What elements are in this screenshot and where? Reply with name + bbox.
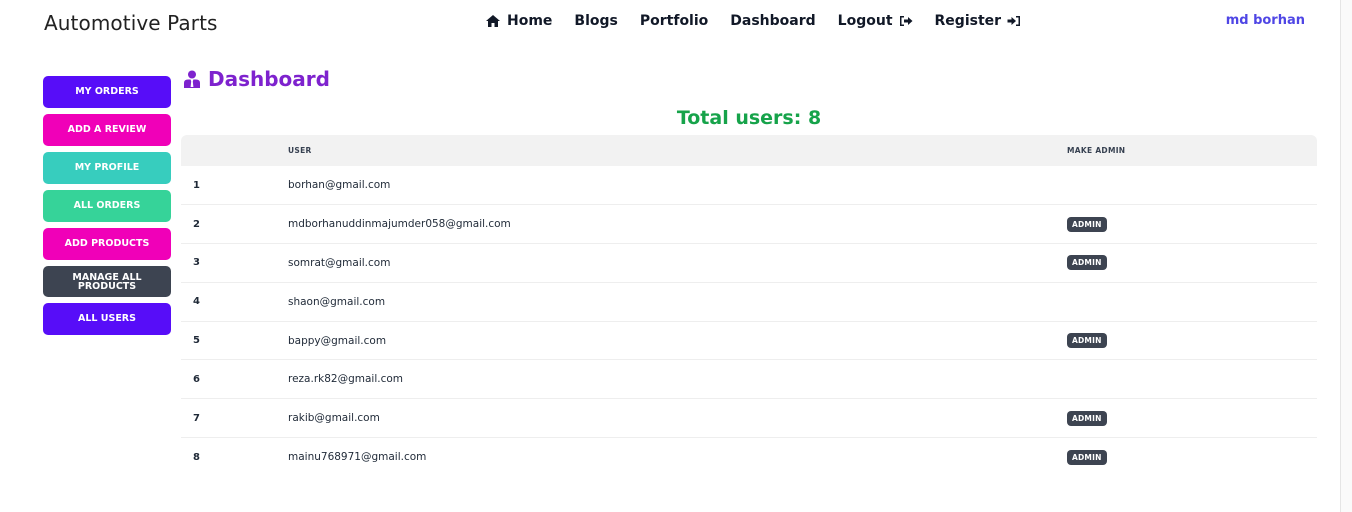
table-row: 1 borhan@gmail.com <box>181 166 1317 206</box>
row-make-admin: Admin <box>1067 321 1317 361</box>
sidebar-manage-products[interactable]: Manage All Products <box>43 266 171 297</box>
nav-logout[interactable]: Logout <box>838 13 913 29</box>
user-icon <box>184 70 200 88</box>
row-make-admin: Admin <box>1067 438 1317 477</box>
col-user: User <box>288 146 312 155</box>
user-name[interactable]: md borhan <box>1226 13 1305 28</box>
row-email: reza.rk82@gmail.com <box>288 359 1067 400</box>
nav-links: Home Blogs Portfolio Dashboard Logout Re… <box>486 13 1043 29</box>
nav-home[interactable]: Home <box>486 13 552 29</box>
make-admin-button[interactable]: Admin <box>1067 410 1107 426</box>
sidebar-my-profile[interactable]: My Profile <box>43 152 171 184</box>
make-admin-button[interactable]: Admin <box>1067 216 1107 232</box>
row-make-admin: Admin <box>1067 243 1317 283</box>
row-index: 7 <box>181 398 288 439</box>
main-content: Dashboard Total users: 8 User Make Admin… <box>181 64 1317 476</box>
table-row: 3 somrat@gmail.com Admin <box>181 243 1317 283</box>
sidebar-my-orders[interactable]: My Orders <box>43 76 171 108</box>
row-email: rakib@gmail.com <box>288 398 1067 439</box>
make-admin-button[interactable]: Admin <box>1067 255 1107 271</box>
table-header-row: User Make Admin <box>181 135 1317 166</box>
table-row: 4 shaon@gmail.com <box>181 282 1317 322</box>
table-row: 2 mdborhanuddinmajumder058@gmail.com Admin <box>181 204 1317 245</box>
row-index: 5 <box>181 321 288 361</box>
nav-register-label: Register <box>934 13 1002 29</box>
total-users: Total users: 8 <box>676 107 822 129</box>
sidebar-all-users[interactable]: All Users <box>43 303 171 335</box>
navbar: Automotive Parts Home Blogs Portfolio Da… <box>0 0 1340 44</box>
row-email: mdborhanuddinmajumder058@gmail.com <box>288 204 1067 245</box>
row-make-admin: Admin <box>1067 204 1317 245</box>
nav-logout-label: Logout <box>837 13 893 29</box>
row-index: 1 <box>181 166 288 206</box>
users-table: User Make Admin 1 borhan@gmail.com 2 mdborh… <box>181 135 1317 476</box>
col-make-admin: Make Admin <box>1067 146 1126 155</box>
table-row: 5 bappy@gmail.com Admin <box>181 321 1317 361</box>
row-index: 2 <box>181 204 288 245</box>
table-row: 7 rakib@gmail.com Admin <box>181 398 1317 439</box>
row-index: 4 <box>181 282 288 322</box>
nav-dashboard[interactable]: Dashboard <box>730 13 815 29</box>
table-row: 6 reza.rk82@gmail.com <box>181 359 1317 400</box>
sidebar-add-review[interactable]: Add a Review <box>43 114 171 146</box>
row-email: mainu768971@gmail.com <box>288 451 427 464</box>
nav-register[interactable]: Register <box>935 13 1022 29</box>
nav-blogs[interactable]: Blogs <box>574 13 617 29</box>
scrollbar[interactable] <box>1340 0 1352 512</box>
row-email: shaon@gmail.com <box>288 282 1067 322</box>
page-title: Dashboard <box>183 67 1317 91</box>
row-email: bappy@gmail.com <box>288 321 1067 361</box>
make-admin-button[interactable]: Admin <box>1067 449 1107 465</box>
row-email: somrat@gmail.com <box>288 243 1067 283</box>
row-make-admin: Admin <box>1067 398 1317 439</box>
table-row: 8 mainu768971@gmail.com Admin <box>181 438 1317 477</box>
brand-logo[interactable]: Automotive Parts <box>44 11 218 35</box>
row-index: 3 <box>181 243 288 283</box>
row-make-admin <box>1067 359 1317 400</box>
sidebar-all-orders[interactable]: All Orders <box>43 190 171 222</box>
nav-home-label: Home <box>507 13 553 29</box>
col-index <box>181 135 288 166</box>
page-title-label: Dashboard <box>208 67 330 91</box>
row-index: 8 <box>193 451 200 463</box>
make-admin-button[interactable]: Admin <box>1067 333 1107 349</box>
nav-portfolio[interactable]: Portfolio <box>640 13 708 29</box>
row-email: borhan@gmail.com <box>288 166 1067 206</box>
row-index: 6 <box>181 359 288 400</box>
register-icon <box>1007 16 1021 26</box>
sidebar-add-products[interactable]: Add Products <box>43 228 171 260</box>
home-icon <box>486 15 500 27</box>
row-make-admin <box>1067 166 1317 206</box>
logout-icon <box>899 16 913 26</box>
sidebar: My Orders Add a Review My Profile All Or… <box>43 76 171 341</box>
row-make-admin <box>1067 282 1317 322</box>
